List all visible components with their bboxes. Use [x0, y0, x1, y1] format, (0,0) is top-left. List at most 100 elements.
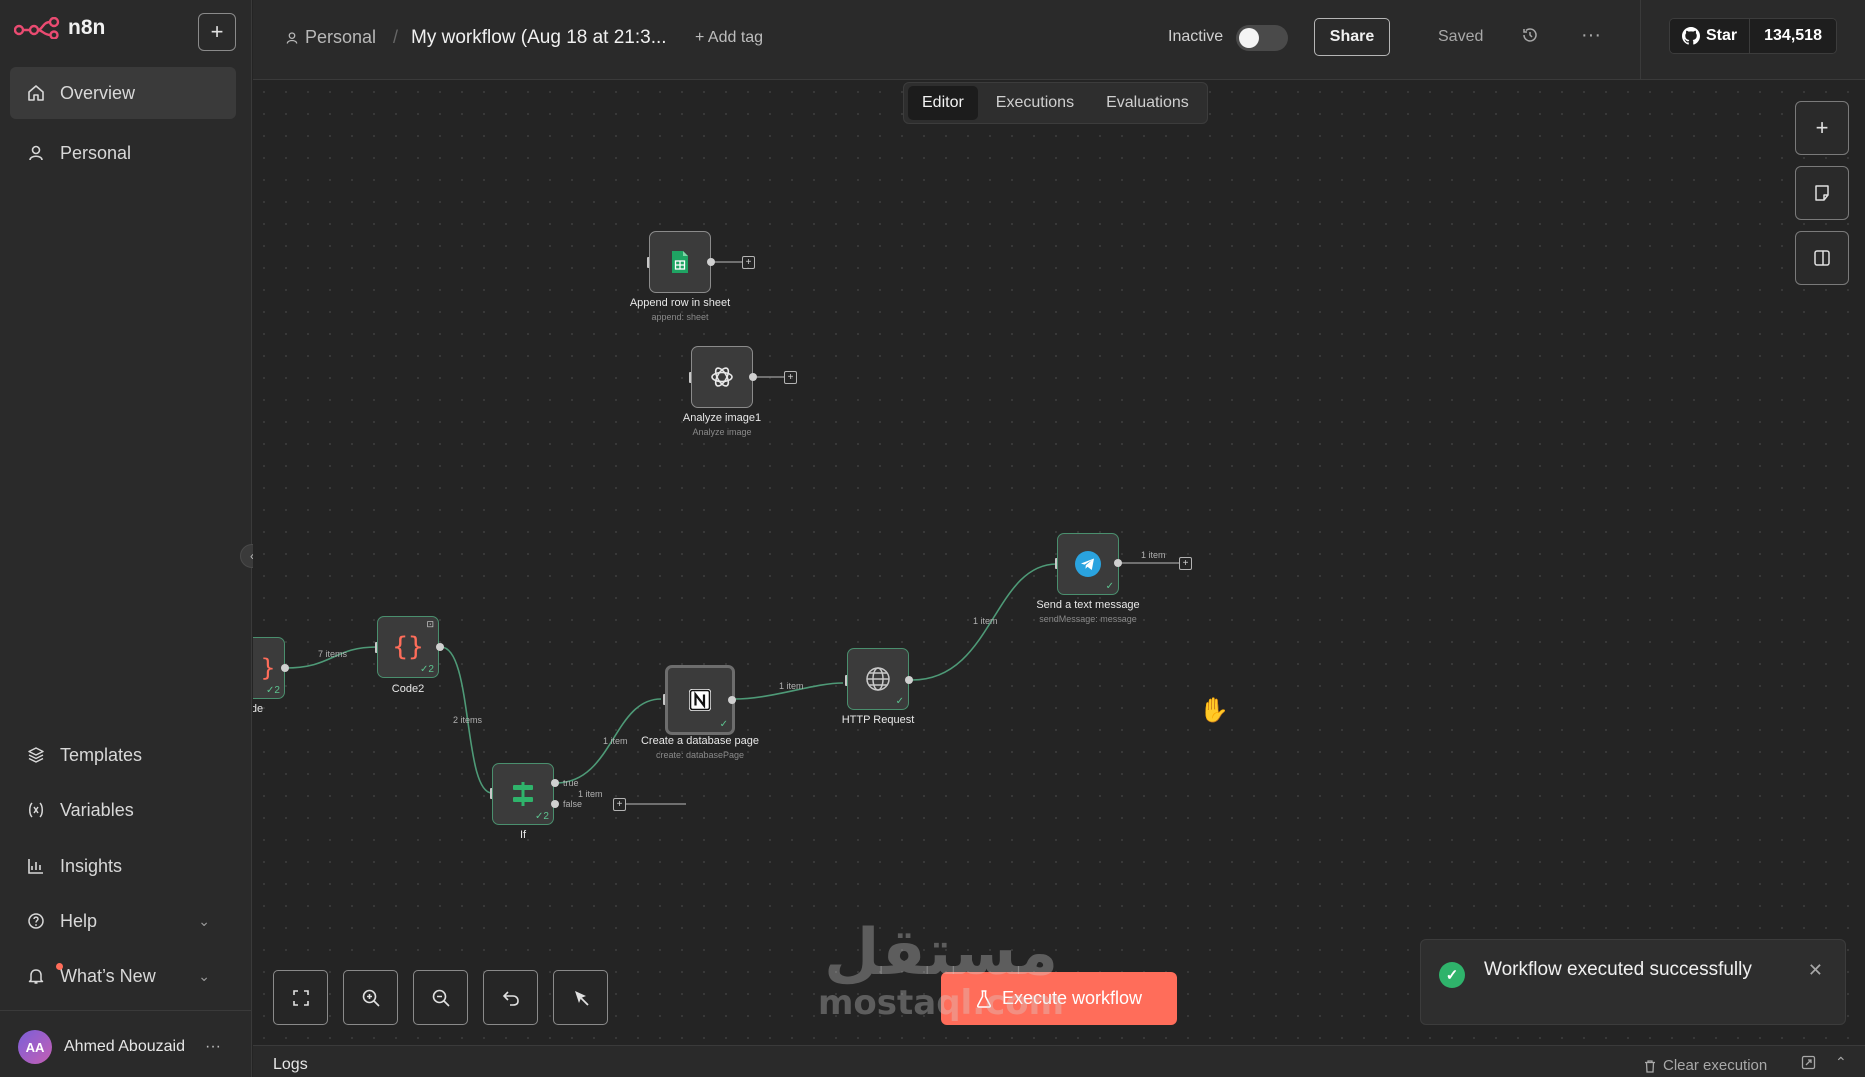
output-port[interactable]: [749, 373, 757, 381]
chevron-up-icon[interactable]: ⌃: [1835, 1054, 1847, 1071]
add-node-button[interactable]: +: [1795, 101, 1849, 155]
notion-icon: [689, 689, 711, 711]
chevron-down-icon: ⌄: [198, 967, 210, 984]
breadcrumb-project-label: Personal: [305, 27, 377, 47]
sidebar-item-help[interactable]: Help ⌄: [10, 895, 236, 947]
plus-icon: +: [210, 19, 224, 44]
clear-execution-label: Clear execution: [1663, 1057, 1768, 1074]
undo-icon: [502, 990, 519, 1006]
output-port[interactable]: [1114, 559, 1122, 567]
close-icon[interactable]: ✕: [1808, 960, 1823, 981]
node-analyze-image[interactable]: [691, 346, 753, 408]
sidebar-item-variables[interactable]: Variables: [10, 784, 236, 836]
sidebar-item-templates[interactable]: Templates: [10, 729, 236, 781]
sidebar: n8n + Overview Personal Templates Variab…: [0, 0, 252, 1077]
workflow-title[interactable]: My workflow (Aug 18 at 21:3...: [411, 27, 667, 49]
output-port[interactable]: [905, 676, 913, 684]
home-icon: [26, 83, 46, 103]
detach-panel-icon[interactable]: [1801, 1055, 1816, 1075]
add-node-plus-icon[interactable]: +: [784, 371, 797, 384]
add-node-plus-icon[interactable]: +: [613, 798, 626, 811]
node-telegram-send[interactable]: ✓: [1057, 533, 1119, 595]
breadcrumb-project[interactable]: Personal: [285, 27, 376, 48]
add-node-plus-icon[interactable]: +: [742, 256, 755, 269]
workflow-canvas[interactable]: Editor Executions Evaluations + Append r…: [253, 81, 1865, 1045]
node-subtitle: sendMessage: message: [1039, 614, 1137, 624]
sticky-note-button[interactable]: [1795, 166, 1849, 220]
share-button[interactable]: Share: [1314, 18, 1390, 56]
toggle-panel-button[interactable]: [1795, 231, 1849, 285]
insights-icon: [26, 856, 46, 876]
chevron-down-icon: ⌄: [198, 912, 210, 929]
sidebar-item-label: What’s New: [60, 965, 156, 986]
add-tag-button[interactable]: + Add tag: [695, 29, 763, 47]
zoom-in-button[interactable]: [343, 970, 398, 1025]
success-check-icon: ✓2: [266, 685, 280, 696]
globe-icon: [866, 667, 890, 691]
output-port[interactable]: [281, 664, 289, 672]
canvas-zoom-tools: [273, 970, 608, 1025]
node-append-row[interactable]: [649, 231, 711, 293]
plus-icon: +: [1815, 115, 1829, 140]
telegram-icon: [1075, 551, 1101, 577]
node-label: Analyze image1: [682, 412, 762, 424]
clear-execution-button[interactable]: Clear execution: [1643, 1057, 1767, 1074]
saved-status: Saved: [1438, 28, 1484, 45]
output-port[interactable]: [728, 696, 736, 704]
sidebar-item-insights[interactable]: Insights: [10, 840, 236, 892]
execute-workflow-label: Execute workflow: [1001, 988, 1143, 1008]
output-port-false[interactable]: [551, 800, 559, 808]
sidebar-item-overview[interactable]: Overview: [10, 67, 236, 119]
node-label: Send a text message: [1036, 599, 1140, 611]
more-horizontal-icon[interactable]: ···: [1581, 24, 1601, 47]
undo-button[interactable]: [483, 970, 538, 1025]
brand-name: n8n: [68, 16, 106, 39]
node-http-request[interactable]: ✓: [847, 648, 909, 710]
breadcrumb-separator: /: [393, 27, 399, 47]
logs-label[interactable]: Logs: [273, 1056, 308, 1074]
zoom-in-icon: [362, 989, 380, 1007]
sidebar-item-personal[interactable]: Personal: [10, 127, 236, 179]
node-if[interactable]: ✓2: [492, 763, 554, 825]
canvas-side-tools: +: [1795, 101, 1849, 285]
logs-bar[interactable]: Logs Clear execution ⌃: [253, 1045, 1865, 1077]
node-label: Create a database page: [640, 735, 760, 747]
notification-dot: [56, 963, 63, 970]
sidebar-item-label: Help: [60, 910, 98, 931]
user-menu[interactable]: AA Ahmed Abouzaid ···: [18, 1030, 221, 1064]
node-notion-create-page[interactable]: ✓: [665, 665, 735, 735]
edge-item-count: 1 item: [578, 789, 603, 799]
more-horizontal-icon[interactable]: ···: [205, 1038, 221, 1056]
sidebar-item-label: Personal: [60, 142, 132, 163]
sidebar-item-label: Templates: [60, 744, 143, 765]
add-node-plus-icon[interactable]: +: [1179, 557, 1192, 570]
node-pin-icon: ⊡: [426, 619, 434, 629]
github-icon: [1682, 27, 1700, 45]
zoom-out-button[interactable]: [413, 970, 468, 1025]
node-label: ode: [253, 703, 264, 715]
output-port[interactable]: [436, 643, 444, 651]
sidebar-item-whats-new[interactable]: What’s New ⌄: [10, 950, 236, 1002]
edge-item-count: 1 item: [1141, 550, 1166, 560]
node-code2[interactable]: {} ✓2 ⊡: [377, 616, 439, 678]
history-icon[interactable]: [1521, 26, 1539, 49]
panel-icon: [1814, 250, 1830, 266]
zoom-out-icon: [432, 989, 450, 1007]
github-star-button[interactable]: Star 134,518: [1669, 18, 1837, 54]
fit-view-button[interactable]: [273, 970, 328, 1025]
output-port-true[interactable]: [551, 779, 559, 787]
success-check-icon: ✓2: [420, 664, 434, 675]
hand-cursor-icon: ✋: [1199, 697, 1229, 724]
code-braces-icon: {}: [392, 632, 424, 662]
output-port[interactable]: [707, 258, 715, 266]
user-name: Ahmed Abouzaid: [64, 1038, 185, 1055]
tidy-up-button[interactable]: [553, 970, 608, 1025]
success-toast: ✓ Workflow executed successfully ✕: [1420, 939, 1846, 1025]
success-check-icon: ✓: [1105, 581, 1114, 592]
activation-toggle[interactable]: [1236, 25, 1288, 51]
node-subtitle: create: databasePage: [655, 750, 745, 760]
brand-logo[interactable]: n8n: [14, 16, 105, 40]
create-new-button[interactable]: +: [198, 13, 236, 51]
execute-workflow-button[interactable]: Execute workflow: [941, 972, 1177, 1025]
branch-label-true: true: [563, 778, 579, 788]
